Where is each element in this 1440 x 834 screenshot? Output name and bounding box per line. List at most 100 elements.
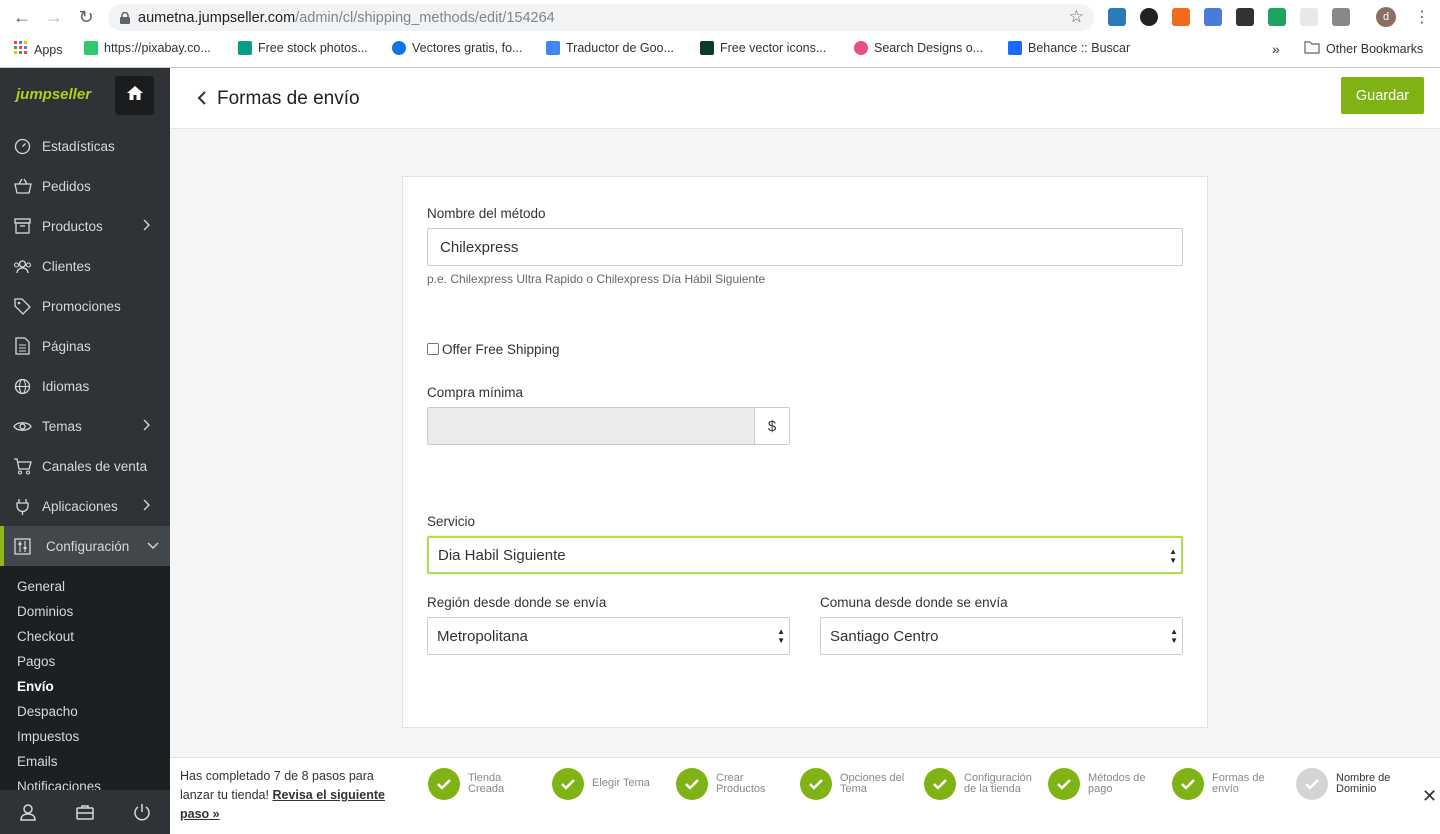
sidebar-item-idiomas[interactable]: Idiomas	[0, 366, 170, 406]
home-button[interactable]	[115, 76, 154, 115]
bookmark-pexels[interactable]: Free stock photos...	[238, 41, 368, 55]
forward-icon[interactable]: →	[43, 6, 65, 28]
url-domain: aumetna.jumpseller.com	[138, 9, 296, 26]
method-name-label: Nombre del método	[427, 206, 546, 221]
commune-label: Comuna desde donde se envía	[820, 595, 1008, 610]
submenu-general[interactable]: General	[17, 579, 65, 594]
sidebar-item-p-ginas[interactable]: Páginas	[0, 326, 170, 366]
menu-kebab-icon[interactable]: ⋮	[1414, 7, 1430, 27]
extension-icon[interactable]	[1172, 8, 1190, 26]
globe-icon	[13, 377, 32, 396]
close-icon[interactable]: ✕	[1422, 786, 1437, 807]
cart-icon	[13, 457, 32, 476]
onboarding-step[interactable]: Tienda Creada	[428, 767, 538, 801]
briefcase-icon[interactable]	[57, 790, 114, 834]
pixabay-icon	[84, 41, 98, 55]
gauge-icon	[13, 137, 32, 156]
commune-value: Santiago Centro	[830, 627, 939, 645]
onboarding-step[interactable]: Opciones del Tema	[800, 767, 910, 801]
tag-icon	[13, 297, 32, 316]
bookmark-behance[interactable]: Behance :: Buscar	[1008, 41, 1130, 55]
back-icon[interactable]: ←	[11, 6, 33, 28]
sidebar-item-aplicaciones[interactable]: Aplicaciones	[0, 486, 170, 526]
sidebar-item-label: Clientes	[42, 258, 91, 274]
sidebar-item-pedidos[interactable]: Pedidos	[0, 166, 170, 206]
region-select[interactable]: Metropolitana ▲ ▼	[427, 617, 790, 655]
extension-icon[interactable]	[1332, 8, 1350, 26]
power-icon[interactable]	[113, 790, 170, 834]
bookmark-label: Traductor de Goo...	[566, 41, 674, 55]
sidebar-item-productos[interactable]: Productos	[0, 206, 170, 246]
apps-grid-icon	[14, 41, 28, 58]
sidebar-item-configuraci-n[interactable]: Configuración	[0, 526, 170, 566]
onboarding-step[interactable]: Crear Productos	[676, 767, 786, 801]
bookmark-pixabay[interactable]: https://pixabay.co...	[84, 41, 211, 55]
submenu-despacho[interactable]: Despacho	[17, 704, 78, 719]
box-icon	[13, 217, 32, 236]
sidebar-item-clientes[interactable]: Clientes	[0, 246, 170, 286]
chevron-left-icon[interactable]	[197, 90, 207, 111]
free-shipping-label[interactable]: Offer Free Shipping	[442, 342, 560, 357]
lock-icon	[120, 11, 130, 24]
commune-select[interactable]: Santiago Centro ▲ ▼	[820, 617, 1183, 655]
bookmark-label: Free stock photos...	[258, 41, 368, 55]
flaticon-icon	[700, 41, 714, 55]
step-label: Métodos de pago	[1088, 771, 1146, 795]
bookmark-freepik[interactable]: Vectores gratis, fo...	[392, 41, 522, 55]
other-bookmarks-label: Other Bookmarks	[1326, 42, 1424, 56]
bookmark-apps[interactable]: Apps	[14, 41, 63, 58]
onboarding-step[interactable]: Métodos de pago	[1048, 767, 1158, 801]
config-submenu: General Dominios Checkout Pagos Envío De…	[0, 566, 170, 790]
sidebar-item-label: Aplicaciones	[42, 498, 118, 514]
browser-toolbar: ← → ↻ aumetna.jumpseller.com/admin/cl/sh…	[0, 0, 1440, 34]
onboarding-step[interactable]: Elegir Tema	[552, 767, 662, 801]
jumpseller-logo[interactable]: jumpseller	[16, 86, 91, 103]
check-circle-icon	[924, 768, 956, 800]
onboarding-step[interactable]: Formas de envío	[1172, 767, 1282, 801]
sidebar-item-label: Estadísticas	[42, 138, 115, 154]
sidebar-item-promociones[interactable]: Promociones	[0, 286, 170, 326]
bookmark-translate[interactable]: Traductor de Goo...	[546, 41, 674, 55]
extension-icon[interactable]	[1204, 8, 1222, 26]
dribbble-icon	[854, 41, 868, 55]
service-select[interactable]: Dia Habil Siguiente ▲ ▼	[427, 536, 1183, 574]
extension-icon[interactable]	[1268, 8, 1286, 26]
address-bar[interactable]: aumetna.jumpseller.com/admin/cl/shipping…	[108, 4, 1094, 31]
bookmark-label: Behance :: Buscar	[1028, 41, 1131, 55]
service-value: Dia Habil Siguiente	[438, 546, 566, 564]
users-icon	[13, 257, 32, 276]
sidebar-item-canales-de-venta[interactable]: Canales de venta	[0, 446, 170, 486]
submenu-envio[interactable]: Envío	[17, 679, 54, 694]
bookmarks-overflow[interactable]: »	[1272, 41, 1280, 57]
other-bookmarks[interactable]: Other Bookmarks	[1304, 41, 1423, 57]
extension-icon[interactable]	[1140, 8, 1158, 26]
extension-icon[interactable]	[1300, 8, 1318, 26]
profile-avatar[interactable]: d	[1376, 7, 1396, 27]
submenu-notificaciones[interactable]: Notificaciones	[17, 779, 101, 790]
extension-icon[interactable]	[1108, 8, 1126, 26]
submenu-checkout[interactable]: Checkout	[17, 629, 74, 644]
method-name-input[interactable]: Chilexpress	[427, 228, 1183, 266]
step-label: Nombre de Dominio	[1336, 771, 1391, 795]
eye-icon	[13, 417, 32, 436]
submenu-emails[interactable]: Emails	[17, 754, 58, 769]
submenu-impuestos[interactable]: Impuestos	[17, 729, 79, 744]
extension-icon[interactable]	[1236, 8, 1254, 26]
bookmark-dribbble[interactable]: Search Designs o...	[854, 41, 983, 55]
bookmark-vector-icons[interactable]: Free vector icons...	[700, 41, 826, 55]
reload-icon[interactable]: ↻	[75, 6, 97, 28]
bookmark-star-icon[interactable]: ☆	[1069, 7, 1084, 27]
chevron-right-icon	[143, 219, 151, 234]
onboarding-step[interactable]: Configuración de la tienda	[924, 767, 1034, 801]
submenu-pagos[interactable]: Pagos	[17, 654, 55, 669]
sidebar-item-temas[interactable]: Temas	[0, 406, 170, 446]
user-icon[interactable]	[0, 790, 57, 834]
submenu-dominios[interactable]: Dominios	[17, 604, 73, 619]
save-button[interactable]: Guardar	[1341, 77, 1424, 114]
translate-icon	[546, 41, 560, 55]
basket-icon	[13, 177, 32, 196]
chevron-down-icon	[147, 539, 159, 553]
sidebar-item-estad-sticas[interactable]: Estadísticas	[0, 126, 170, 166]
free-shipping-checkbox[interactable]	[427, 343, 439, 355]
onboarding-step[interactable]: Nombre de Dominio	[1296, 767, 1406, 801]
